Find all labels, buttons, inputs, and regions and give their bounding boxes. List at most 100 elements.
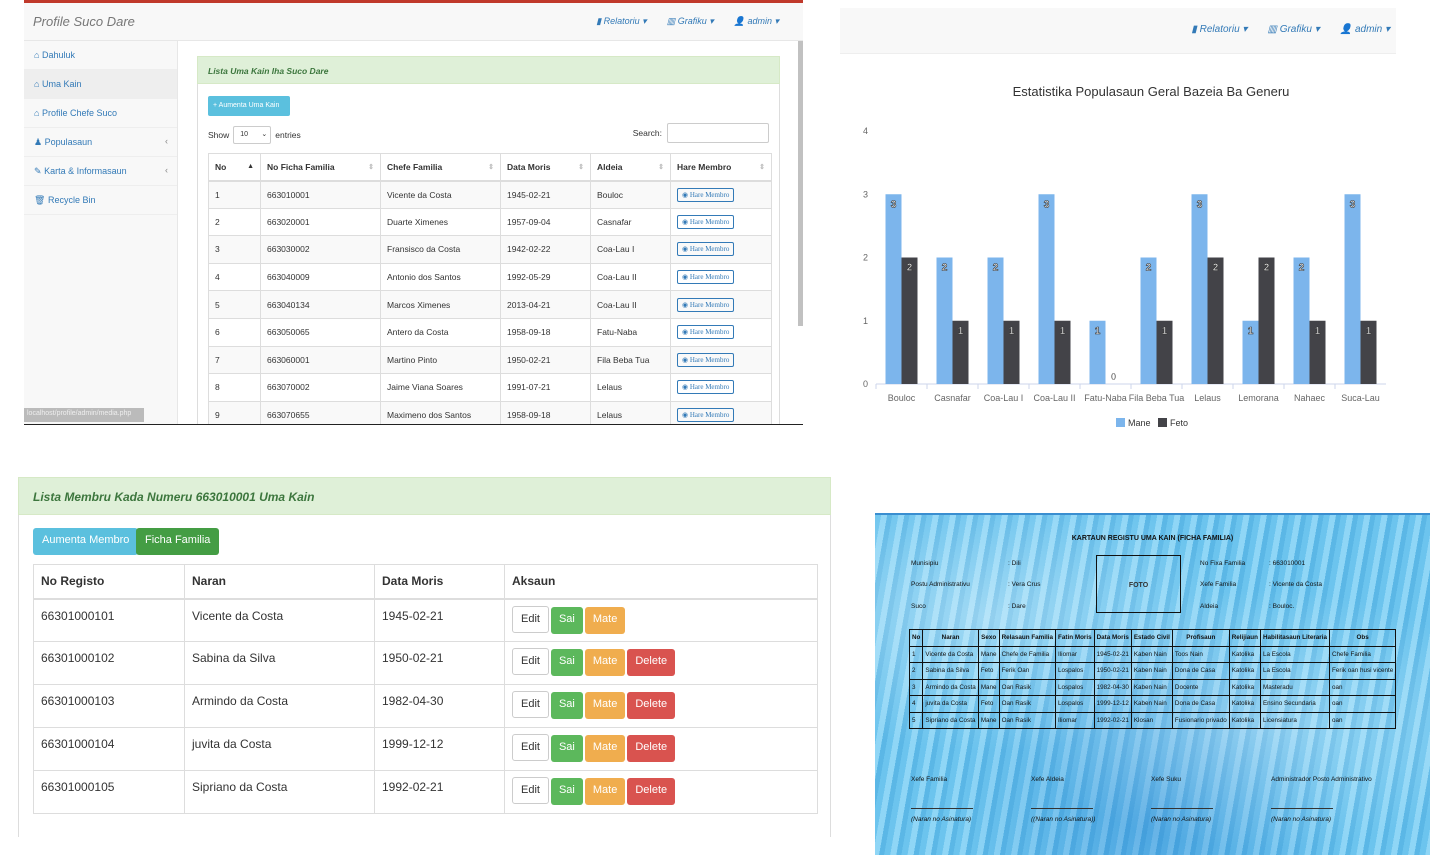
hare-membro-button[interactable]: ◉ Hare Membro (677, 270, 735, 285)
hare-membro-button[interactable]: ◉ Hare Membro (677, 214, 735, 229)
bar-feto (901, 257, 918, 384)
column-header: Estado Civil (1130, 629, 1173, 647)
column-header: No (908, 629, 924, 647)
edit-button[interactable]: Edit (512, 605, 549, 633)
status-url: localhost/profile/admin/media.php (24, 408, 144, 422)
scrollbar[interactable] (798, 41, 803, 326)
table-cell: 663070655 (260, 400, 381, 425)
sai-button[interactable]: Sai (550, 649, 583, 676)
field-label: Suco (911, 603, 926, 610)
edit-button[interactable]: Edit (512, 648, 549, 675)
field-value: : Dare (1008, 603, 1026, 610)
delete-button[interactable]: Delete (627, 649, 676, 676)
hare-membro-label: Hare Membro (689, 328, 730, 337)
document-title: KARTAUN REGISTU UMA KAIN (FICHA FAMILIA) (1071, 535, 1234, 542)
chart-screen: ▮ Relatoriu ▾ ▥ Grafiku ▾ 👤 admin ▾ Esta… (840, 8, 1396, 430)
column-header-ficha[interactable]: No Ficha Familia ⇕ (260, 153, 381, 182)
edit-button[interactable]: Edit (512, 734, 549, 761)
uma-kain-table: No ▲ No Ficha Familia ⇕ Chefe Familia ⇕ Dat… (208, 153, 772, 425)
hare-membro-button[interactable]: ◉ Hare Membro (677, 325, 735, 340)
column-header: Profisaun (1171, 629, 1230, 647)
add-uma-kain-button[interactable]: + Aumenta Uma Kain (208, 96, 290, 116)
column-header-hare-membro[interactable]: Hare Membro ⇕ (670, 153, 772, 182)
mate-button[interactable]: Mate (584, 692, 626, 719)
mate-button[interactable]: Mate (584, 735, 626, 762)
column-header: Naran (922, 629, 979, 647)
table-cell: Antonio dos Santos (380, 262, 501, 292)
chevron-left-icon: ‹ (165, 136, 168, 146)
delete-button[interactable]: Delete (627, 778, 676, 805)
admin-menu[interactable]: 👤 admin ▾ (1340, 24, 1390, 35)
field-label: No Fixa Familia (1200, 560, 1246, 567)
table-cell: Lospalos (1055, 695, 1095, 713)
table-cell: Dona de Casa (1171, 695, 1230, 713)
sidebar-item-karta-informasaun[interactable]: ✎ Karta & Informasaun ‹ (24, 157, 177, 186)
sidebar-item-populasaun[interactable]: ♟ Populasaun ‹ (24, 128, 177, 157)
mate-button[interactable]: Mate (584, 606, 626, 634)
sidebar-item-dahuluk[interactable]: ⌂ Dahuluk (24, 41, 177, 70)
table-cell: ◉ Hare Membro (670, 262, 772, 292)
add-membro-button[interactable]: Aumenta Membro (33, 528, 139, 555)
table-cell: 1982-04-30 (374, 684, 505, 728)
sidebar-item-recycle-bin[interactable]: 🗑 Recycle Bin (24, 186, 177, 215)
signature-name: (Naran no Asinatura) (1271, 816, 1332, 823)
table-row: 5 Sipriano da Costa Mane Oan Rasik Iliomar 19… (908, 711, 1397, 729)
sidebar-item-profile-chefe-suco[interactable]: ⌂ Profile Chefe Suco (24, 99, 177, 128)
hare-membro-label: Hare Membro (689, 217, 730, 226)
table-cell: 3 (208, 235, 261, 264)
grafiku-menu[interactable]: ▥ Grafiku ▾ (667, 16, 714, 27)
table-cell: 1945-02-21 (1093, 645, 1132, 663)
table-row: 2 Sabina da Silva Feto Ferik Oan Lospalos 195… (908, 662, 1397, 680)
table-row: 66301000101 Vicente da Costa 1945-02-21 Edi… (33, 598, 818, 642)
mate-button[interactable]: Mate (584, 778, 626, 805)
table-cell: Duarte Ximenes (380, 207, 501, 237)
bar-feto (1258, 257, 1275, 384)
column-header-naran: Naran (184, 564, 375, 600)
hare-membro-button[interactable]: ◉ Hare Membro (677, 297, 735, 312)
home-icon: ⌂ (34, 108, 40, 118)
top-navbar: Profile Suco Dare ▮ Relatoriu ▾ ▥ Grafik… (24, 3, 803, 41)
edit-button[interactable]: Edit (512, 691, 549, 718)
column-header-no[interactable]: No ▲ (208, 153, 261, 182)
column-header: Relijiaun (1228, 629, 1261, 647)
table-header: No Naran Sexo Relasaun Familia Fatin Moris Da… (908, 629, 1397, 647)
entries-select[interactable]: 10 ⌄ (233, 126, 272, 144)
column-header-aldeia[interactable]: Aldeia ⇕ (590, 153, 671, 182)
admin-menu[interactable]: 👤 admin ▾ (734, 16, 779, 27)
table-cell: Marcos Ximenes (380, 290, 501, 319)
mate-button[interactable]: Mate (584, 649, 626, 676)
hare-membro-label: Hare Membro (689, 273, 730, 282)
sai-button[interactable]: Sai (550, 735, 583, 762)
column-header-data-moris[interactable]: Data Moris ⇕ (500, 153, 591, 182)
y-tick-label: 4 (863, 126, 868, 136)
x-tick-label: Lelaus (1194, 393, 1221, 403)
relatoriu-menu[interactable]: ▮ Relatoriu ▾ (1191, 24, 1247, 35)
table-row: 4 juvita da Costa Feto Oan Rasik Lospalos 199… (908, 695, 1397, 713)
hare-membro-button[interactable]: ◉ Hare Membro (677, 408, 735, 423)
delete-button[interactable]: Delete (627, 735, 676, 762)
panel-body: Aumenta Membro Ficha Familia No Registo … (18, 515, 831, 837)
ficha-familia-button[interactable]: Ficha Familia (136, 528, 220, 555)
column-header-chefe[interactable]: Chefe Familia ⇕ (380, 153, 501, 182)
brand-title[interactable]: Profile Suco Dare (33, 14, 135, 29)
hare-membro-button[interactable]: ◉ Hare Membro (677, 242, 735, 257)
grafiku-menu[interactable]: ▥ Grafiku ▾ (1267, 24, 1319, 35)
sai-button[interactable]: Sai (550, 606, 583, 634)
x-tick-label: Bouloc (888, 393, 916, 403)
sidebar-item-uma-kain[interactable]: ⌂ Uma Kain (24, 70, 177, 99)
delete-button[interactable]: Delete (627, 692, 676, 719)
sai-button[interactable]: Sai (550, 692, 583, 719)
data-label: 1 (1162, 326, 1168, 337)
sai-button[interactable]: Sai (550, 778, 583, 805)
signature-line (911, 808, 973, 809)
search-input[interactable] (667, 123, 769, 143)
hare-membro-button[interactable]: ◉ Hare Membro (677, 187, 735, 202)
actions-cell: Edit Sai Mate Delete (504, 641, 818, 685)
table-cell: 7 (208, 345, 261, 375)
actions-cell: Edit Sai Mate (504, 598, 818, 642)
edit-button[interactable]: Edit (512, 777, 549, 804)
table-cell: 663040134 (260, 290, 381, 319)
hare-membro-button[interactable]: ◉ Hare Membro (677, 352, 735, 367)
relatoriu-menu[interactable]: ▮ Relatoriu ▾ (596, 16, 647, 27)
hare-membro-button[interactable]: ◉ Hare Membro (677, 380, 735, 395)
